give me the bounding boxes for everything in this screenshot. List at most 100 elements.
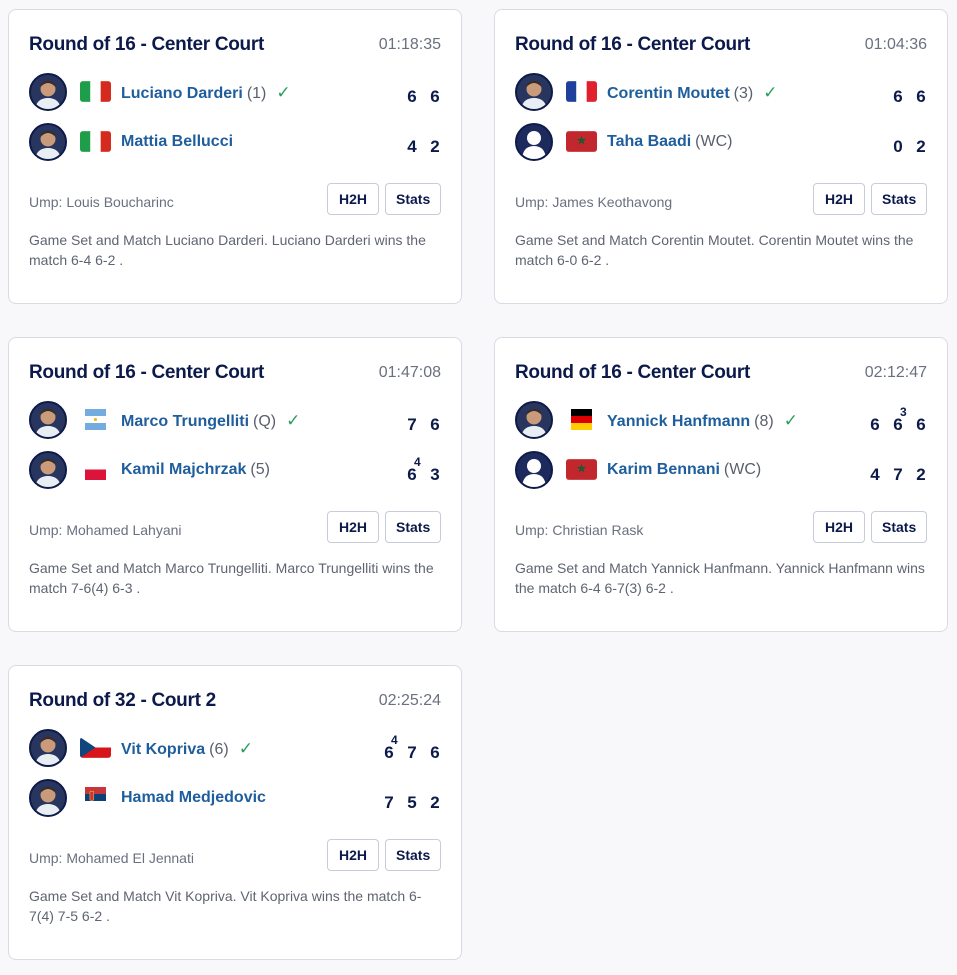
player-seed: (3) xyxy=(733,85,754,102)
set-score: 6 xyxy=(915,87,927,107)
player-name-link[interactable]: Vit Kopriva (6) ✓ xyxy=(121,739,253,759)
player-name-link[interactable]: Kamil Majchrzak (5) xyxy=(121,461,270,479)
h2h-button[interactable]: H2H xyxy=(813,511,865,543)
stats-button[interactable]: Stats xyxy=(871,511,927,543)
match-card: Round of 32 - Court 2 02:25:24 Vit Kopri… xyxy=(8,665,462,960)
match-duration: 01:47:08 xyxy=(378,364,441,381)
player-avatar[interactable] xyxy=(515,451,553,489)
set-score: 7 xyxy=(892,465,904,485)
player-name: Yannick Hanfmann xyxy=(607,413,751,430)
set-score-value: 2 xyxy=(430,793,440,812)
player-avatar[interactable] xyxy=(29,123,67,161)
player-avatar[interactable] xyxy=(29,779,67,817)
player-seed: (WC) xyxy=(723,461,762,478)
player-row: Hamad Medjedovic 752 xyxy=(29,779,441,821)
set-scores: 752 xyxy=(383,789,441,813)
h2h-button[interactable]: H2H xyxy=(327,511,379,543)
set-score: 0 xyxy=(892,137,904,157)
set-score-value: 4 xyxy=(870,465,880,484)
player-avatar[interactable] xyxy=(515,401,553,439)
player-name-link[interactable]: Yannick Hanfmann (8) ✓ xyxy=(607,411,798,431)
germany-flag-icon xyxy=(566,409,597,430)
player-row: Marco Trungelliti (Q) ✓ 76 xyxy=(29,401,441,443)
set-score: 64 xyxy=(406,455,420,485)
player-name-link[interactable]: Hamad Medjedovic xyxy=(121,789,270,807)
player-avatar[interactable] xyxy=(29,401,67,439)
italy-flag-icon xyxy=(80,131,111,152)
player-name-link[interactable]: Mattia Bellucci xyxy=(121,133,237,151)
tiebreak-score: 3 xyxy=(900,405,907,419)
set-scores: 64 76 xyxy=(383,733,441,763)
stats-button[interactable]: Stats xyxy=(871,183,927,215)
player-avatar[interactable] xyxy=(515,73,553,111)
match-card: Round of 16 - Center Court 01:04:36 Core… xyxy=(494,9,948,304)
tiebreak-score: 4 xyxy=(391,733,398,747)
player-row: Karim Bennani (WC) 472 xyxy=(515,451,927,493)
stats-button[interactable]: Stats xyxy=(385,511,441,543)
set-score: 63 xyxy=(892,405,906,435)
serbia-flag-icon xyxy=(80,787,111,808)
player-avatar[interactable] xyxy=(515,123,553,161)
umpire-label: Ump: Louis Boucharinc xyxy=(29,194,174,210)
round-title: Round of 16 - Center Court xyxy=(29,362,264,383)
player-name-link[interactable]: Marco Trungelliti (Q) ✓ xyxy=(121,411,300,431)
set-score-value: 6 xyxy=(430,415,440,434)
italy-flag-icon xyxy=(80,81,111,102)
match-duration: 02:25:24 xyxy=(378,692,441,709)
set-score-value: 2 xyxy=(430,137,440,156)
round-title: Round of 16 - Center Court xyxy=(29,34,264,55)
set-score-value: 7 xyxy=(407,743,417,762)
h2h-button[interactable]: H2H xyxy=(327,839,379,871)
player-name: Kamil Majchrzak xyxy=(121,461,247,478)
set-score-value: 0 xyxy=(893,137,903,156)
umpire-label: Ump: Mohamed Lahyani xyxy=(29,522,182,538)
set-scores: 472 xyxy=(869,461,927,485)
set-score-value: 5 xyxy=(407,793,417,812)
player-name-link[interactable]: Taha Baadi (WC) xyxy=(607,133,732,151)
set-score: 2 xyxy=(429,137,441,157)
player-name-link[interactable]: Luciano Darderi (1) ✓ xyxy=(121,83,291,103)
set-score-value: 4 xyxy=(407,137,417,156)
set-score: 6 xyxy=(429,743,441,763)
round-title: Round of 32 - Court 2 xyxy=(29,690,216,711)
set-score: 6 xyxy=(429,87,441,107)
player-avatar[interactable] xyxy=(29,451,67,489)
player-name: Luciano Darderi xyxy=(121,85,243,102)
h2h-button[interactable]: H2H xyxy=(813,183,865,215)
stats-button[interactable]: Stats xyxy=(385,183,441,215)
player-avatar[interactable] xyxy=(29,729,67,767)
set-score-value: 7 xyxy=(384,793,394,812)
player-name-link[interactable]: Corentin Moutet (3) ✓ xyxy=(607,83,777,103)
set-score-value: 6 xyxy=(916,415,926,434)
set-scores: 42 xyxy=(406,133,441,157)
set-score-value: 6 xyxy=(430,743,440,762)
player-name: Karim Bennani xyxy=(607,461,720,478)
match-card: Round of 16 - Center Court 01:47:08 Marc… xyxy=(8,337,462,632)
round-title: Round of 16 - Center Court xyxy=(515,34,750,55)
set-score: 4 xyxy=(406,137,418,157)
set-score: 2 xyxy=(915,465,927,485)
h2h-button[interactable]: H2H xyxy=(327,183,379,215)
set-scores: 02 xyxy=(892,133,927,157)
winner-checkmark-icon: ✓ xyxy=(286,411,301,430)
winner-checkmark-icon: ✓ xyxy=(763,83,778,102)
set-score: 7 xyxy=(406,743,418,763)
set-score-value: 6 xyxy=(870,415,880,434)
czechia-flag-icon xyxy=(80,737,111,758)
player-row: Yannick Hanfmann (8) ✓ 6 63 6 xyxy=(515,401,927,443)
player-row: Taha Baadi (WC) 02 xyxy=(515,123,927,165)
player-name-link[interactable]: Karim Bennani (WC) xyxy=(607,461,761,479)
winner-checkmark-icon: ✓ xyxy=(238,739,253,758)
player-seed: (1) xyxy=(246,85,267,102)
morocco-flag-icon xyxy=(566,131,597,152)
set-score-value: 6 xyxy=(916,87,926,106)
stats-button[interactable]: Stats xyxy=(385,839,441,871)
set-score: 4 xyxy=(869,465,881,485)
set-score-value: 6 xyxy=(430,87,440,106)
player-row: Mattia Bellucci 42 xyxy=(29,123,441,165)
player-row: Corentin Moutet (3) ✓ 66 xyxy=(515,73,927,115)
match-card: Round of 16 - Center Court 01:18:35 Luci… xyxy=(8,9,462,304)
player-avatar[interactable] xyxy=(29,73,67,111)
player-row: Luciano Darderi (1) ✓ 66 xyxy=(29,73,441,115)
set-score: 6 xyxy=(869,415,881,435)
